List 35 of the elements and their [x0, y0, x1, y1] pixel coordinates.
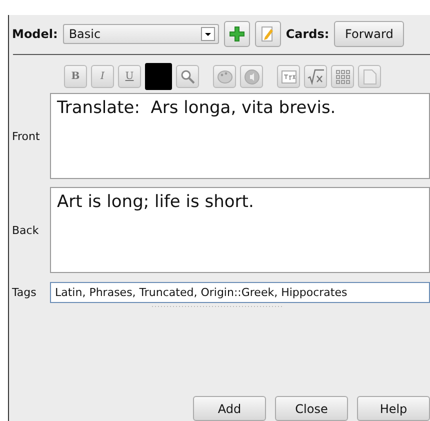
pencil-note-icon [260, 26, 276, 42]
resize-grip-icon[interactable] [152, 305, 282, 308]
toolbar-button[interactable] [213, 65, 236, 88]
tags-label: Tags [11, 286, 38, 299]
toolbar-button[interactable] [277, 65, 300, 88]
dialog-button[interactable]: Close [275, 396, 348, 421]
model-label: Model: [12, 27, 58, 41]
dialog-button[interactable]: Add [193, 396, 266, 421]
speaker-icon [244, 68, 260, 84]
field-label: Front [11, 130, 41, 142]
toolbar-button[interactable] [240, 65, 263, 88]
page-icon [362, 68, 376, 84]
dialog-button[interactable]: Help [357, 396, 430, 421]
toolbar-button[interactable] [358, 65, 381, 88]
format-button[interactable]: I [91, 65, 114, 88]
square-root-icon [306, 68, 324, 84]
note-field[interactable]: Art is long; life is short. [50, 187, 430, 273]
magnifier-icon [180, 68, 196, 84]
cards-label: Cards: [286, 27, 330, 41]
toolbar-button[interactable] [304, 65, 327, 88]
note-field[interactable]: Translate: Ars longa, vita brevis. [50, 93, 430, 179]
grid-icon [334, 68, 350, 84]
plus-icon [228, 26, 245, 42]
tex-document-icon [280, 68, 296, 84]
tags-field[interactable]: Latin, Phrases, Truncated, Origin::Greek, Hippocrates [50, 282, 430, 303]
field-label: Back [11, 224, 40, 236]
model-dropdown[interactable]: Basic [62, 24, 219, 44]
toolbar-button[interactable] [176, 65, 199, 88]
cards-button[interactable]: Forward [334, 21, 404, 47]
format-button[interactable]: U [118, 65, 141, 88]
add-model-button[interactable] [224, 21, 250, 47]
text-color-swatch[interactable] [145, 63, 172, 90]
toolbar-button[interactable] [331, 65, 354, 88]
format-button[interactable]: B [64, 65, 87, 88]
edit-model-button[interactable] [254, 21, 281, 47]
